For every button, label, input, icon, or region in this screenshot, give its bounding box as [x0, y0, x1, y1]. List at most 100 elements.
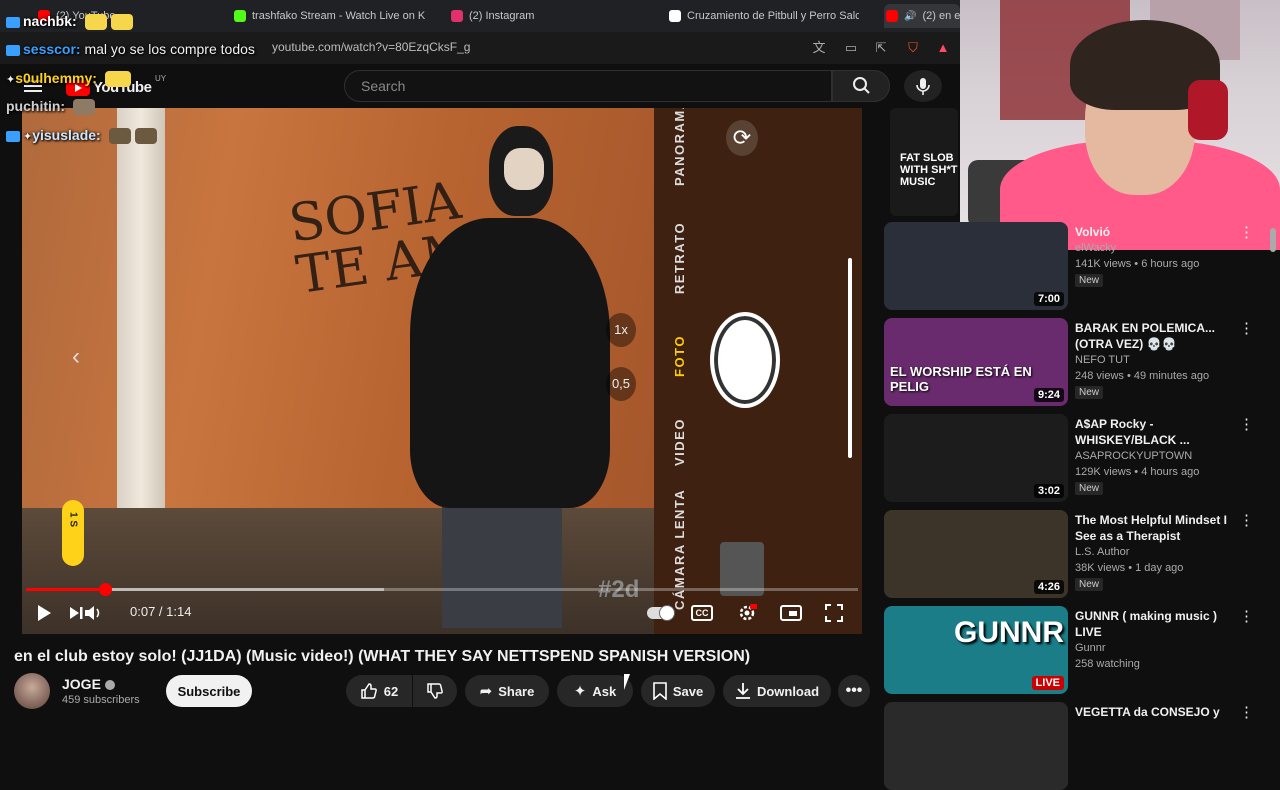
recommendation-stats: 258 watching — [1075, 658, 1140, 670]
chat-badge-icon: ✦ — [6, 74, 16, 86]
mouse-cursor-icon — [624, 674, 630, 690]
autoplay-toggle-icon — [647, 605, 675, 621]
save-label: Save — [672, 683, 704, 699]
sidebar-thumbnail-partial[interactable]: FAT SLOB WITH SH*T MUSIC — [890, 108, 958, 216]
share-button[interactable]: ➦ Share — [465, 675, 549, 707]
autoplay-toggle[interactable] — [646, 602, 675, 624]
person-face — [504, 148, 544, 190]
recommendation-channel[interactable]: elWacky — [1075, 240, 1245, 256]
miniplayer-button[interactable] — [778, 602, 804, 624]
thumbs-up-icon — [361, 683, 377, 699]
subtitles-button[interactable]: CC — [690, 602, 714, 624]
more-vertical-icon[interactable]: ⋮ — [1239, 608, 1254, 626]
browser-tab[interactable]: trashfako Stream - Watch Live on K — [234, 4, 430, 28]
search-box[interactable] — [344, 70, 847, 102]
browser-tab-active[interactable]: 🔊 (2) en el — [884, 4, 960, 28]
cast-icon[interactable]: ▭ — [842, 39, 860, 57]
like-count: 62 — [383, 683, 399, 699]
progress-bar[interactable] — [26, 588, 858, 591]
recommendation-channel[interactable]: L.S. Author — [1075, 544, 1245, 560]
camera-mode-video: VIDEO — [672, 418, 687, 466]
volume-button[interactable] — [82, 602, 104, 624]
recommendation-title[interactable]: Volvió — [1075, 224, 1245, 240]
video-player[interactable]: SOFIA TE AMO ‹ 1 S ⟳ PANORAMA RETRATO FO… — [22, 108, 862, 634]
volume-icon — [85, 606, 100, 620]
more-vertical-icon[interactable]: ⋮ — [1239, 320, 1254, 338]
ask-label: Ask — [592, 683, 617, 699]
more-vertical-icon[interactable]: ⋮ — [1239, 224, 1254, 242]
search-input[interactable] — [345, 71, 847, 101]
more-vertical-icon[interactable]: ⋮ — [1239, 704, 1254, 722]
url-field[interactable]: youtube.com/watch?v=80EzqCksF_g — [272, 40, 470, 56]
play-button[interactable] — [34, 602, 54, 624]
recommendation-channel[interactable]: NEFO TUT — [1075, 352, 1245, 368]
voice-search-button[interactable] — [904, 70, 942, 102]
settings-button[interactable] — [734, 602, 760, 624]
tab-label: (2) en el — [922, 10, 960, 22]
sidebar-scrollbar[interactable] — [1270, 228, 1276, 252]
speaker-icon: 🔊 — [904, 10, 917, 22]
fullscreen-button[interactable] — [822, 602, 846, 624]
more-horizontal-icon: ••• — [845, 682, 863, 699]
download-button[interactable]: Download — [723, 675, 831, 707]
webcam-headset — [1188, 80, 1228, 140]
subscriber-count: 459 subscribers — [62, 694, 140, 706]
fullscreen-icon — [825, 604, 843, 622]
camera-shutter-button — [710, 312, 780, 408]
recommendation-thumbnail[interactable]: 4:26 — [884, 510, 1068, 598]
browser-tab[interactable]: Cruzamiento de Pitbull y Perro Salc — [669, 4, 859, 28]
dislike-button[interactable] — [413, 675, 457, 707]
recommendation-stats: 38K views • 1 day ago — [1075, 562, 1184, 574]
video-duration: 4:26 — [1033, 580, 1064, 594]
recommendation-channel[interactable]: ASAPROCKYUPTOWN — [1075, 448, 1245, 464]
more-vertical-icon[interactable]: ⋮ — [1239, 416, 1254, 434]
theater-mode-icon — [780, 605, 802, 621]
instagram-favicon-icon — [451, 10, 463, 22]
search-icon — [853, 77, 870, 94]
emote-icon — [110, 14, 133, 31]
recommendation-title[interactable]: VEGETTA da CONSEJO y — [1075, 704, 1245, 720]
tab-label: Cruzamiento de Pitbull y Perro Salc — [687, 10, 859, 22]
recommendation-title[interactable]: A$AP Rocky - WHISKEY/BLACK ... — [1075, 416, 1245, 448]
channel-avatar[interactable] — [14, 673, 50, 709]
chat-message: nachbk: — [6, 13, 133, 31]
download-icon — [735, 683, 750, 699]
new-badge: New — [1075, 578, 1104, 591]
recommendation-thumbnail[interactable]: 7:00 — [884, 222, 1068, 310]
new-badge: New — [1075, 274, 1104, 287]
chat-message: puchitin: — [6, 98, 95, 116]
recommendation-title[interactable]: GUNNR ( making music ) LIVE — [1075, 608, 1245, 640]
tiktok-favicon-icon — [669, 10, 681, 22]
like-button[interactable]: 62 — [346, 675, 412, 707]
channel-name[interactable]: JOGE — [62, 676, 115, 692]
search-button[interactable] — [832, 70, 890, 102]
download-label: Download — [756, 683, 820, 699]
recommendation-title[interactable]: The Most Helpful Mindset I See as a Ther… — [1075, 512, 1245, 544]
kick-favicon-icon — [234, 10, 246, 22]
thumbs-down-icon — [427, 683, 443, 699]
recommendation-thumbnail[interactable]: EL WORSHIP ESTÁ EN PELIG 9:24 — [884, 318, 1068, 406]
more-vertical-icon[interactable]: ⋮ — [1239, 512, 1254, 530]
chat-message: sesscor: mal yo se los compre todos — [6, 41, 255, 57]
share-page-icon[interactable]: ⇱ — [872, 39, 890, 57]
new-badge: New — [1075, 482, 1104, 495]
ask-button[interactable]: ✦ Ask — [557, 675, 633, 707]
translate-icon[interactable]: 文 — [810, 39, 828, 57]
recommendation-title[interactable]: BARAK EN POLEMICA... (OTRA VEZ) 💀💀 — [1075, 320, 1245, 352]
closed-captions-icon: CC — [691, 605, 713, 621]
zoom-1x-button: 1x — [606, 313, 636, 347]
brave-shield-icon[interactable]: ⛉ — [904, 39, 922, 57]
recommendation-thumbnail[interactable]: 3:02 — [884, 414, 1068, 502]
rewards-icon[interactable]: ▲ — [934, 39, 952, 57]
more-actions-button[interactable]: ••• — [838, 675, 870, 707]
save-button[interactable]: Save — [641, 675, 715, 707]
subscribe-button[interactable]: Subscribe — [166, 675, 252, 707]
recommendation-channel[interactable]: Gunnr — [1075, 640, 1245, 656]
recommendation-thumbnail[interactable]: GUNNR LIVE — [884, 606, 1068, 694]
progress-scrubber[interactable] — [99, 583, 113, 596]
camera-mode-retrato: RETRATO — [672, 221, 687, 295]
browser-tab[interactable]: (2) Instagram — [451, 4, 611, 28]
emote-icon — [134, 128, 157, 145]
camera-mode-slowmo: CÁMARA LENTA — [672, 488, 687, 610]
recommendation-thumbnail[interactable] — [884, 702, 1068, 790]
